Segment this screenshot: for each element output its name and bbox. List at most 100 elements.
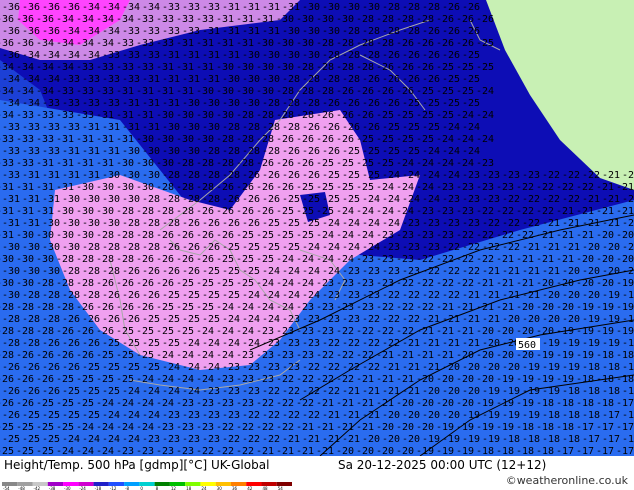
temp-label: -24	[142, 410, 160, 421]
temp-label: -18	[556, 398, 574, 409]
colorbar-tick-label: 8	[156, 486, 159, 490]
temp-label: -19	[622, 290, 634, 301]
temp-label: -31	[2, 194, 20, 205]
temp-label: -33	[102, 50, 120, 61]
temp-label: -30	[216, 62, 234, 73]
temp-label: -25	[216, 278, 234, 289]
temp-label: -18	[582, 362, 600, 373]
temp-label: -24	[76, 422, 94, 433]
temp-label: -26	[296, 158, 314, 169]
temp-label: -19	[556, 374, 574, 385]
temp-label: -20	[522, 314, 540, 325]
temp-label: -26	[222, 218, 240, 229]
temp-label: -26	[376, 86, 394, 97]
temp-label: -20	[596, 230, 614, 241]
temp-label: -20	[516, 302, 534, 313]
temp-label: -22	[542, 194, 560, 205]
temp-label: -25	[402, 122, 420, 133]
temp-label: -24	[462, 122, 480, 133]
temp-label: -19	[542, 386, 560, 397]
temp-label: -31	[142, 74, 160, 85]
temp-label: -34	[116, 14, 134, 25]
temp-label: -18	[622, 386, 634, 397]
temp-label: -25	[282, 218, 300, 229]
temp-label: -28	[296, 110, 314, 121]
temp-label: -18	[596, 350, 614, 361]
temp-label: -20	[562, 266, 580, 277]
temp-label: -26	[196, 206, 214, 217]
temp-label: -25	[162, 290, 180, 301]
temp-label: -25	[0, 422, 14, 433]
temp-label: -28	[382, 2, 400, 13]
temp-label: -28	[256, 134, 274, 145]
temp-label: -28	[222, 122, 240, 133]
temp-label: -22	[542, 170, 560, 181]
temp-label: -34	[2, 98, 20, 109]
temp-label: -34	[36, 86, 54, 97]
colorbar-tick-label: -30	[64, 486, 71, 490]
temp-label: -20	[442, 362, 460, 373]
temp-label: -36	[36, 14, 54, 25]
temp-label: -34	[0, 110, 14, 121]
temp-label: -19	[536, 350, 554, 361]
temp-label: -19	[596, 326, 614, 337]
temp-label: -25	[222, 290, 240, 301]
temp-label: -21	[516, 278, 534, 289]
temp-label: -20	[562, 314, 580, 325]
temp-label: -24	[442, 122, 460, 133]
temp-label: -24	[362, 218, 380, 229]
temp-label: -21	[296, 446, 314, 456]
temp-label: -33	[96, 86, 114, 97]
temp-label: -22	[482, 242, 500, 253]
temp-label: -26	[436, 38, 454, 49]
temp-label: -24	[302, 266, 320, 277]
temp-label: -24	[476, 134, 494, 145]
temp-label: -30	[16, 278, 34, 289]
temp-label: -19	[582, 314, 600, 325]
temp-label: -26	[322, 98, 340, 109]
temp-label: -31	[162, 98, 180, 109]
temp-label: -36	[0, 14, 14, 25]
temp-label: -25	[76, 398, 94, 409]
temp-label: -25	[122, 338, 140, 349]
colorbar-tick-label: -24	[79, 486, 86, 490]
temp-label: -22	[582, 170, 600, 181]
temp-label: -21	[516, 254, 534, 265]
temp-label: -21	[276, 446, 294, 456]
temp-label: -23	[202, 410, 220, 421]
colorbar-tick-label: -8	[125, 486, 129, 490]
temp-label: -31	[102, 122, 120, 133]
temp-label: -25	[122, 362, 140, 373]
temp-label: -24	[156, 398, 174, 409]
temp-label: -26	[182, 218, 200, 229]
temp-label: -30	[216, 110, 234, 121]
credit-link[interactable]: ©weatheronline.co.uk	[506, 474, 628, 487]
temp-label: -22	[336, 350, 354, 361]
temp-label: -23	[236, 398, 254, 409]
temp-label: -28	[242, 146, 260, 157]
temp-label: -28	[16, 302, 34, 313]
temp-label: -21	[416, 350, 434, 361]
temp-label: -28	[236, 134, 254, 145]
temp-label: -31	[116, 110, 134, 121]
temp-label: -24	[396, 182, 414, 193]
temp-label: -26	[322, 122, 340, 133]
temp-label: -30	[242, 50, 260, 61]
temp-label: -24	[142, 386, 160, 397]
temp-label: -26	[442, 50, 460, 61]
temp-label: -18	[542, 410, 560, 421]
temp-label: -22	[462, 242, 480, 253]
temp-label: -30	[242, 74, 260, 85]
temp-label: -25	[202, 290, 220, 301]
temp-label: -19	[542, 362, 560, 373]
temp-label: -26	[56, 326, 74, 337]
temp-label: -33	[156, 14, 174, 25]
temp-label: -17	[616, 422, 634, 433]
temp-label: -31	[62, 170, 80, 181]
temp-label: -26	[296, 134, 314, 145]
temp-label: -22	[462, 266, 480, 277]
temp-label: -21	[502, 290, 520, 301]
temp-label: -26	[282, 146, 300, 157]
weather-map[interactable]: -36 -36 -36 -36 -34 -34 -34 -34 -33 -33 -33 -31 -31-…	[0, 0, 634, 456]
temp-label: -28	[342, 50, 360, 61]
